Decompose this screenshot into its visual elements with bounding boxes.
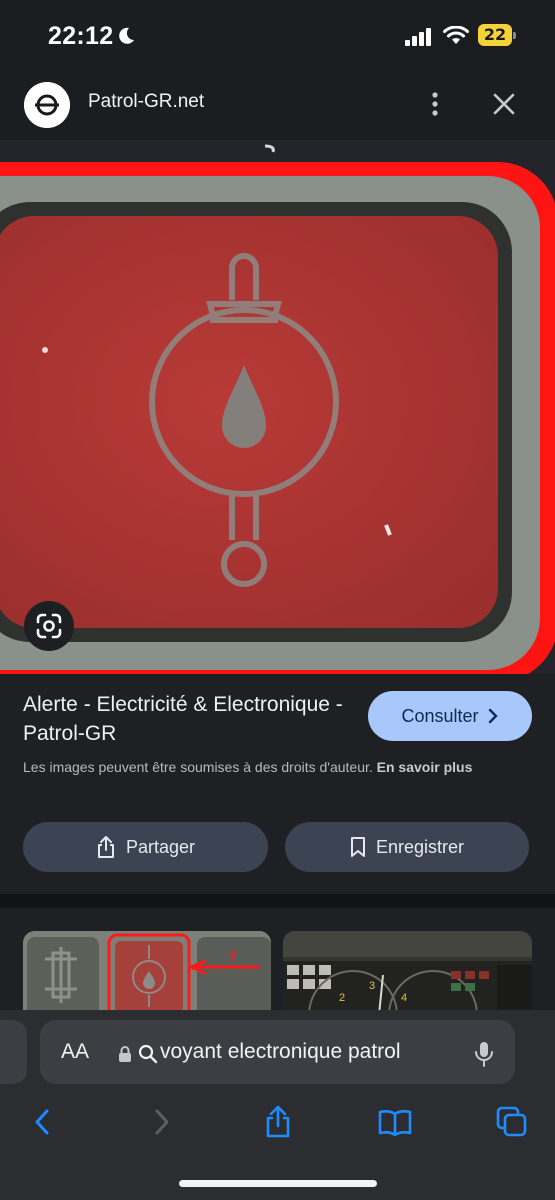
section-divider [0, 894, 555, 908]
book-icon [378, 1110, 412, 1136]
dashboard-switches-thumbnail: 7 [23, 931, 271, 1021]
copyright-text: Les images peuvent être soumises à des d… [23, 759, 373, 775]
result-title[interactable]: Alerte - Electricité & Electronique - Pa… [23, 690, 343, 748]
consult-label: Consulter [401, 705, 479, 726]
google-lens-icon [36, 613, 62, 639]
search-icon [138, 1044, 158, 1064]
warning-light-image [0, 140, 555, 674]
share-icon [97, 836, 114, 858]
home-indicator[interactable] [179, 1180, 377, 1187]
address-bar-query[interactable]: voyant electronique patrol [160, 1040, 456, 1064]
save-label: Enregistrer [375, 836, 465, 857]
consult-button[interactable]: Consulter [368, 691, 532, 741]
moon-icon [119, 27, 134, 44]
wifi-icon [443, 26, 469, 44]
share-icon [266, 1105, 290, 1138]
signal-icon [405, 28, 431, 46]
previous-tab-peek[interactable] [0, 1020, 27, 1084]
lock-icon [119, 1046, 131, 1062]
gauge-label: 2 [339, 992, 345, 1004]
gauge-label: 4 [401, 992, 407, 1004]
battery-icon: 22 [478, 24, 518, 48]
aa-label: AA [61, 1040, 90, 1063]
chevron-left-icon [35, 1109, 49, 1135]
lens-button[interactable] [24, 601, 74, 651]
tabs-button[interactable] [492, 1102, 532, 1142]
thumbnail-annotation: 7 [229, 948, 237, 964]
battery-level: 22 [483, 25, 507, 44]
save-button[interactable]: Enregistrer [285, 822, 529, 872]
related-result-thumbnail[interactable]: 2 3 4 [283, 931, 532, 1021]
toolbar-share-button[interactable] [258, 1102, 298, 1142]
chevron-right-icon [488, 708, 498, 724]
close-icon[interactable] [490, 90, 518, 118]
chevron-right-icon [155, 1109, 169, 1135]
site-header [0, 72, 555, 140]
bookmarks-button[interactable] [375, 1102, 415, 1142]
share-label: Partager [125, 836, 196, 857]
related-result-thumbnail[interactable]: 7 [23, 931, 271, 1021]
status-time: 22:12 [48, 22, 114, 50]
microphone-icon[interactable] [474, 1040, 494, 1068]
site-name[interactable]: Patrol-GR.net [88, 91, 204, 113]
copyright-notice: Les images peuvent être soumises à des d… [23, 756, 523, 778]
share-button[interactable]: Partager [23, 822, 268, 872]
reader-aa-button[interactable]: AA [61, 1040, 89, 1064]
instrument-cluster-thumbnail: 2 3 4 [283, 931, 532, 1021]
bookmark-icon [350, 837, 365, 857]
back-button[interactable] [22, 1102, 62, 1142]
forward-button[interactable] [142, 1102, 182, 1142]
learn-more-link[interactable]: En savoir plus [377, 759, 473, 775]
site-favicon[interactable] [24, 82, 70, 128]
gauge-label: 3 [369, 980, 375, 992]
result-image[interactable] [0, 140, 555, 674]
more-options-icon[interactable] [424, 90, 446, 120]
tabs-icon [496, 1106, 527, 1137]
